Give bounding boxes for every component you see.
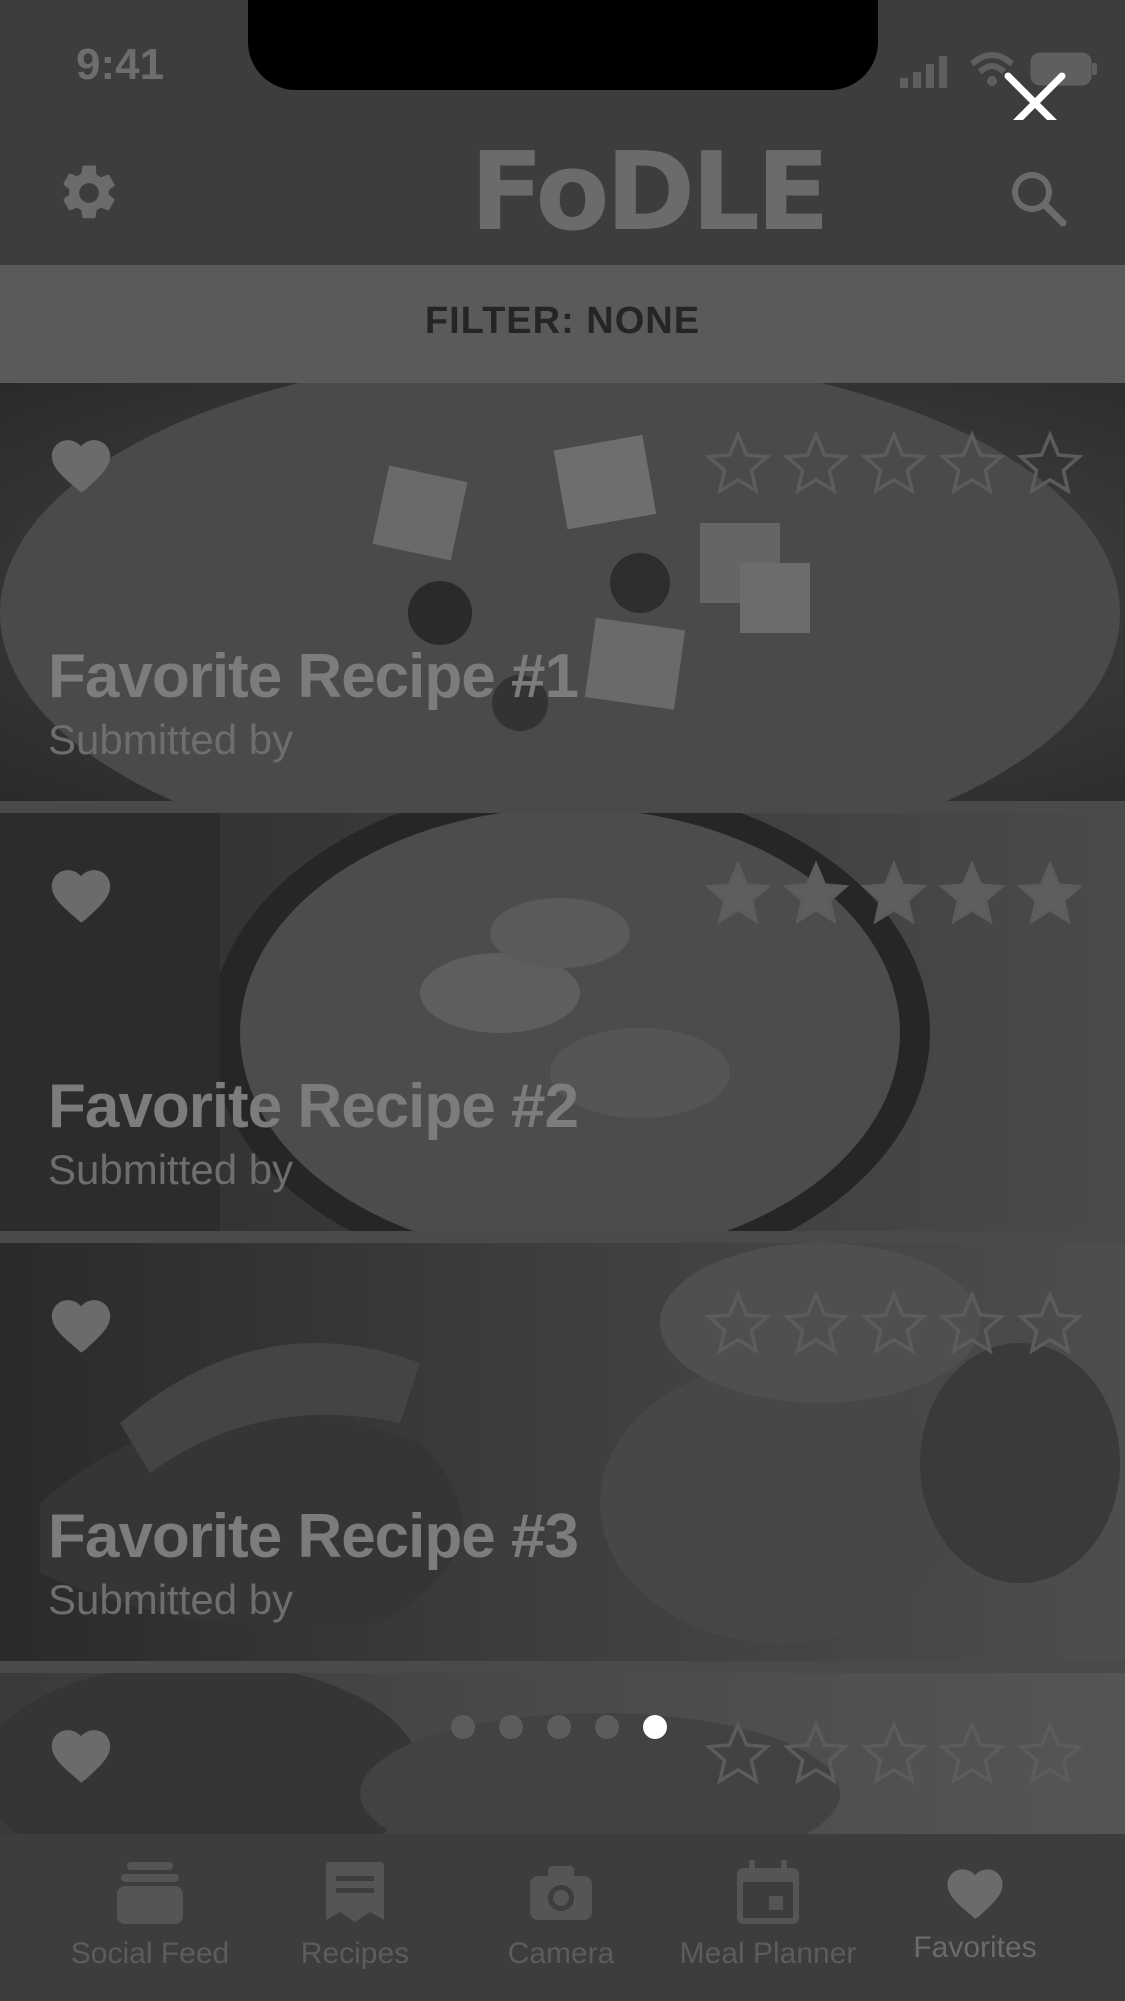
tab-favorites[interactable]: Favorites (875, 1860, 1075, 1965)
star-icon (860, 1720, 928, 1785)
star-icon (938, 1720, 1006, 1785)
recipe-book-icon (326, 1862, 384, 1922)
device-notch (248, 0, 878, 90)
star-icon (1016, 860, 1084, 925)
star-icon (782, 430, 850, 495)
tab-recipes[interactable]: Recipes (255, 1860, 455, 1971)
filter-label[interactable]: FILTER: NONE (0, 300, 1125, 343)
star-icon (938, 1290, 1006, 1355)
star-icon (704, 1720, 772, 1785)
heart-icon[interactable] (46, 1291, 116, 1358)
star-icon (1016, 430, 1084, 495)
tab-label: Camera (507, 1937, 615, 1970)
star-rating[interactable] (703, 1719, 1085, 1789)
star-rating[interactable] (703, 429, 1085, 499)
star-icon (1016, 1720, 1084, 1785)
star-icon (938, 430, 1006, 495)
page-dot-active[interactable] (643, 1715, 667, 1739)
recipe-submitter: Submitted by (48, 1146, 294, 1193)
recipe-submitter: Submitted by (48, 1576, 294, 1623)
recipe-submitter: Submitted by (48, 716, 294, 763)
heart-icon[interactable] (46, 861, 116, 928)
heart-icon (947, 1869, 1003, 1919)
heart-icon[interactable] (46, 1721, 116, 1788)
stack-icon (117, 1862, 183, 1924)
star-icon (938, 860, 1006, 925)
page-dot[interactable] (595, 1715, 619, 1739)
signal-icon (900, 54, 950, 93)
recipe-card[interactable] (0, 1673, 1125, 1834)
star-icon (704, 860, 772, 925)
recipe-title: Favorite Recipe #1 (48, 642, 579, 711)
app-logo: FoDLE (470, 130, 830, 255)
heart-icon[interactable] (46, 431, 116, 498)
recipe-title: Favorite Recipe #2 (48, 1072, 579, 1141)
star-rating[interactable] (703, 1289, 1085, 1359)
page-dot[interactable] (547, 1715, 571, 1739)
recipe-card[interactable]: Favorite Recipe #2 Submitted by (0, 813, 1125, 1231)
tab-meal-planner[interactable]: Meal Planner (668, 1860, 868, 1971)
star-icon (860, 1290, 928, 1355)
recipe-card[interactable]: Favorite Recipe #1 Submitted by (0, 383, 1125, 801)
page-dot[interactable] (451, 1715, 475, 1739)
tab-label: Meal Planner (679, 1937, 857, 1970)
gear-icon[interactable] (56, 160, 122, 231)
camera-icon (530, 1866, 592, 1920)
star-icon (782, 1720, 850, 1785)
recipe-title: Favorite Recipe #3 (48, 1502, 579, 1571)
tab-label: Favorites (913, 1931, 1037, 1964)
star-icon (1016, 1290, 1084, 1355)
star-rating[interactable] (703, 859, 1085, 929)
tab-label: Social Feed (70, 1937, 230, 1970)
tab-social-feed[interactable]: Social Feed (50, 1860, 250, 1971)
star-icon (860, 860, 928, 925)
card-divider (0, 801, 1125, 813)
tab-camera[interactable]: Camera (461, 1860, 661, 1971)
tab-label: Recipes (300, 1937, 410, 1970)
search-icon[interactable] (1008, 168, 1068, 233)
page-indicator[interactable] (451, 1715, 667, 1739)
star-icon (782, 860, 850, 925)
page-dot[interactable] (499, 1715, 523, 1739)
card-divider (0, 1661, 1125, 1673)
star-icon (860, 430, 928, 495)
star-icon (704, 1290, 772, 1355)
star-icon (782, 1290, 850, 1355)
calendar-icon (737, 1860, 799, 1924)
recipe-card[interactable]: Favorite Recipe #3 Submitted by (0, 1243, 1125, 1661)
card-divider (0, 1231, 1125, 1243)
star-icon (704, 430, 772, 495)
status-time: 9:41 (76, 40, 165, 89)
